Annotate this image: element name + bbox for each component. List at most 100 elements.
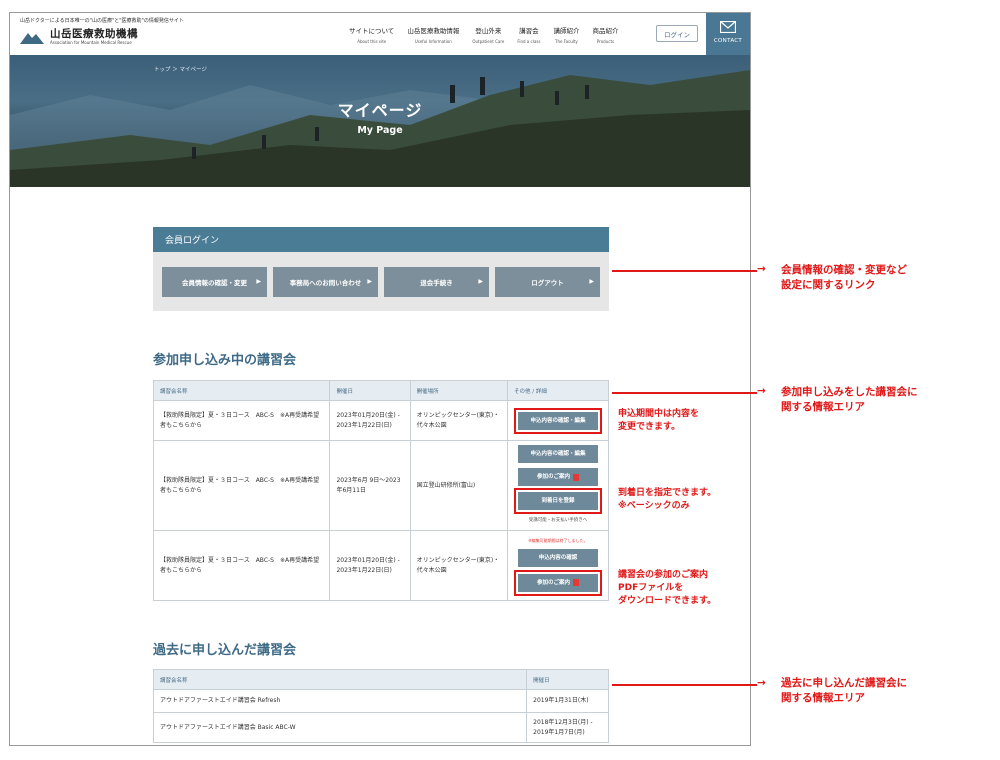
- page-subtitle: My Page: [357, 125, 403, 136]
- annotation-line-2: 関する情報エリア: [781, 401, 865, 413]
- nav-outpatient-label: 登山外来: [475, 27, 502, 35]
- annotation-line-1: 到着日を指定できます。: [618, 488, 717, 498]
- past-courses-title: 過去に申し込んだ講習会: [153, 643, 297, 658]
- breadcrumb[interactable]: トップ ＞ マイページ: [154, 65, 207, 73]
- site-logo[interactable]: 山岳医療救助機構 Association for Mountain Medica…: [20, 29, 138, 45]
- annotation-line-1: 会員情報の確認・変更など: [781, 264, 907, 276]
- nav-about-label: サイトについて: [349, 27, 395, 35]
- annotation-line-1: 参加申し込みをした講習会に: [781, 386, 918, 398]
- annotation-line-2: 変更できます。: [618, 422, 681, 432]
- annotation-line-1: 過去に申し込んだ講習会に: [781, 677, 907, 689]
- col-date: 開催日: [329, 380, 411, 401]
- page-frame: 山岳ドクターによる日本唯一の"山の医療"と"医療救助"の情報発信サイト 山岳医療…: [9, 12, 751, 746]
- annotation-current-area: 参加申し込みをした講習会に 関する情報エリア: [781, 385, 918, 415]
- col-date: 開催日: [526, 669, 609, 690]
- nav-products[interactable]: 商品紹介 Products: [592, 25, 618, 44]
- nav-class-sub: Find a class: [517, 39, 541, 44]
- main-nav: サイトについて About this site 山岳医療救助情報 Useful In…: [349, 25, 631, 44]
- current-courses-title: 参加申し込み中の講習会: [153, 353, 297, 368]
- course-date: 2023年01月20日(金) - 2023年1月22日(日): [329, 400, 411, 441]
- edit-closed-note: ※編集可能期間は終了しました。: [528, 537, 588, 543]
- col-name: 講習会名称: [152, 380, 331, 401]
- table-row: 【救助隊員限定】夏・３日コース ABC-S ※A再受講希望者もこちらから 202…: [152, 530, 610, 601]
- course-place: 国立登山研修所(富山): [409, 440, 508, 531]
- arrow-right-icon: ▶: [256, 278, 261, 285]
- nav-outpatient[interactable]: 登山外来 Outpatient Care: [472, 25, 504, 44]
- course-date: 2018年12月3日(月) - 2019年1月7日(月): [526, 712, 609, 743]
- course-name: 【救助隊員限定】夏・３日コース ABC-S ※A再受講希望者もこちらから: [152, 400, 331, 441]
- nav-faculty-sub: The Faculty: [555, 39, 578, 44]
- guide-pdf-label: 参加のご案内: [536, 579, 570, 586]
- table-row: アウトドアファーストエイド講習会 Refresh 2019年1月31日(木): [152, 689, 609, 713]
- course-name: 【救助隊員限定】夏・３日コース ABC-S ※A再受講希望者もこちらから: [152, 530, 331, 601]
- col-name: 講習会名称: [152, 669, 528, 690]
- arrow-right-icon: ▶: [589, 278, 594, 285]
- site-header: 山岳ドクターによる日本唯一の"山の医療"と"医療救助"の情報発信サイト 山岳医療…: [10, 13, 750, 55]
- nav-faculty-label: 講師紹介: [553, 27, 580, 35]
- site-tagline: 山岳ドクターによる日本唯一の"山の医療"と"医療救助"の情報発信サイト: [20, 18, 184, 24]
- current-courses-table: 講習会名称 開催日 開催場所 その他 / 詳細 【救助隊員限定】夏・３日コース …: [152, 380, 610, 601]
- annotation-settings-links: 会員情報の確認・変更など 設定に関するリンク: [781, 263, 907, 293]
- register-arrival-button[interactable]: 到着日を登録: [517, 492, 598, 510]
- annotation-line-2: 関する情報エリア: [781, 692, 865, 704]
- course-name: 【救助隊員限定】夏・３日コース ABC-S ※A再受講希望者もこちらから: [152, 440, 331, 531]
- nav-about-sub: About this site: [357, 39, 387, 44]
- col-detail: その他 / 詳細: [506, 380, 610, 401]
- course-name: アウトドアファーストエイド講習会 Basic ABC-W: [152, 712, 528, 743]
- annotation-line-1: 申込期間中は内容を: [618, 409, 700, 419]
- pdf-icon: [572, 579, 579, 586]
- page-title: マイページ: [337, 101, 423, 120]
- withdraw-button[interactable]: 退会手続き ▶: [384, 267, 489, 297]
- nav-outpatient-sub: Outpatient Care: [472, 39, 505, 44]
- annotation-line-2: PDFファイルを: [618, 583, 684, 593]
- course-date: 2019年1月31日(木): [526, 689, 609, 713]
- arrow-right-icon: →: [757, 385, 766, 397]
- contact-label: CONTACT: [713, 38, 743, 44]
- course-date: 2023年6月 9日〜2023年6月11日: [329, 440, 411, 531]
- nav-faculty[interactable]: 講師紹介 The Faculty: [553, 25, 579, 44]
- nav-products-sub: Products: [596, 39, 615, 44]
- login-button[interactable]: ログイン: [656, 25, 698, 42]
- pdf-icon: [572, 473, 579, 481]
- logout-button[interactable]: ログアウト ▶: [495, 267, 600, 297]
- course-name: アウトドアファーストエイド講習会 Refresh: [152, 689, 528, 713]
- col-place: 開催場所: [409, 380, 508, 401]
- guide-pdf-button[interactable]: 参加のご案内: [517, 573, 598, 592]
- logo-subtitle: Association for Mountain Medical Rescue: [50, 40, 132, 45]
- annotation-arrival-date: 到着日を指定できます。 ※ベーシックのみ: [618, 487, 716, 513]
- member-login-box: 会員ログイン 会員情報の確認・変更 ▶ 事務局へのお問い合わせ ▶ 退会手続き ▶ ロ…: [153, 227, 609, 311]
- nav-info-label: 山岳医療救助情報: [407, 27, 460, 35]
- member-info-label: 会員情報の確認・変更: [182, 279, 247, 287]
- arrow-right-icon: ▶: [478, 278, 483, 285]
- guide-pdf-button[interactable]: 参加のご案内: [517, 468, 598, 486]
- past-courses-table: 講習会名称 開催日 アウトドアファーストエイド講習会 Refresh 2019年…: [152, 669, 609, 743]
- nav-about[interactable]: サイトについて About this site: [349, 25, 394, 44]
- table-row: アウトドアファーストエイド講習会 Basic ABC-W 2018年12月3日(…: [152, 712, 609, 743]
- arrival-note: 受講可能・お支払い手続きへ: [528, 518, 588, 523]
- annotation-edit-period: 申込期間中は内容を 変更できます。: [618, 408, 699, 434]
- course-place: オリンピックセンター(東京)・代々木公園: [409, 400, 508, 441]
- edit-application-button[interactable]: 申込内容の確認・編集: [517, 445, 598, 463]
- annotation-past-area: 過去に申し込んだ講習会に 関する情報エリア: [781, 676, 907, 706]
- member-info-button[interactable]: 会員情報の確認・変更 ▶: [162, 267, 267, 297]
- nav-class[interactable]: 講習会 Find a class: [517, 25, 540, 44]
- arrow-right-icon: →: [757, 263, 766, 275]
- arrow-right-icon: ▶: [367, 278, 372, 285]
- logout-label: ログアウト: [531, 279, 564, 287]
- annotation-pdf-guide: 講習会の参加のご案内 PDFファイルを ダウンロードできます。: [618, 569, 716, 608]
- course-date: 2023年01月20日(金) - 2023年1月22日(日): [329, 530, 411, 601]
- nav-info[interactable]: 山岳医療救助情報 Useful Information: [407, 25, 459, 44]
- contact-office-button[interactable]: 事務局へのお問い合わせ ▶: [273, 267, 378, 297]
- annotation-line: [612, 392, 757, 394]
- mail-icon: [719, 20, 737, 34]
- mountain-hero-image: [10, 70, 750, 187]
- contact-button[interactable]: CONTACT: [706, 13, 750, 55]
- annotation-line-3: ダウンロードできます。: [618, 596, 717, 606]
- hero-banner: トップ ＞ マイページ マイページ My Page: [10, 55, 750, 187]
- confirm-application-button[interactable]: 申込内容の確認: [517, 548, 598, 567]
- nav-class-label: 講習会: [519, 27, 539, 35]
- annotation-line-1: 講習会の参加のご案内: [618, 570, 709, 580]
- edit-application-button[interactable]: 申込内容の確認・編集: [517, 411, 598, 430]
- member-login-title: 会員ログイン: [153, 227, 609, 252]
- annotation-line-2: ※ベーシックのみ: [618, 501, 690, 511]
